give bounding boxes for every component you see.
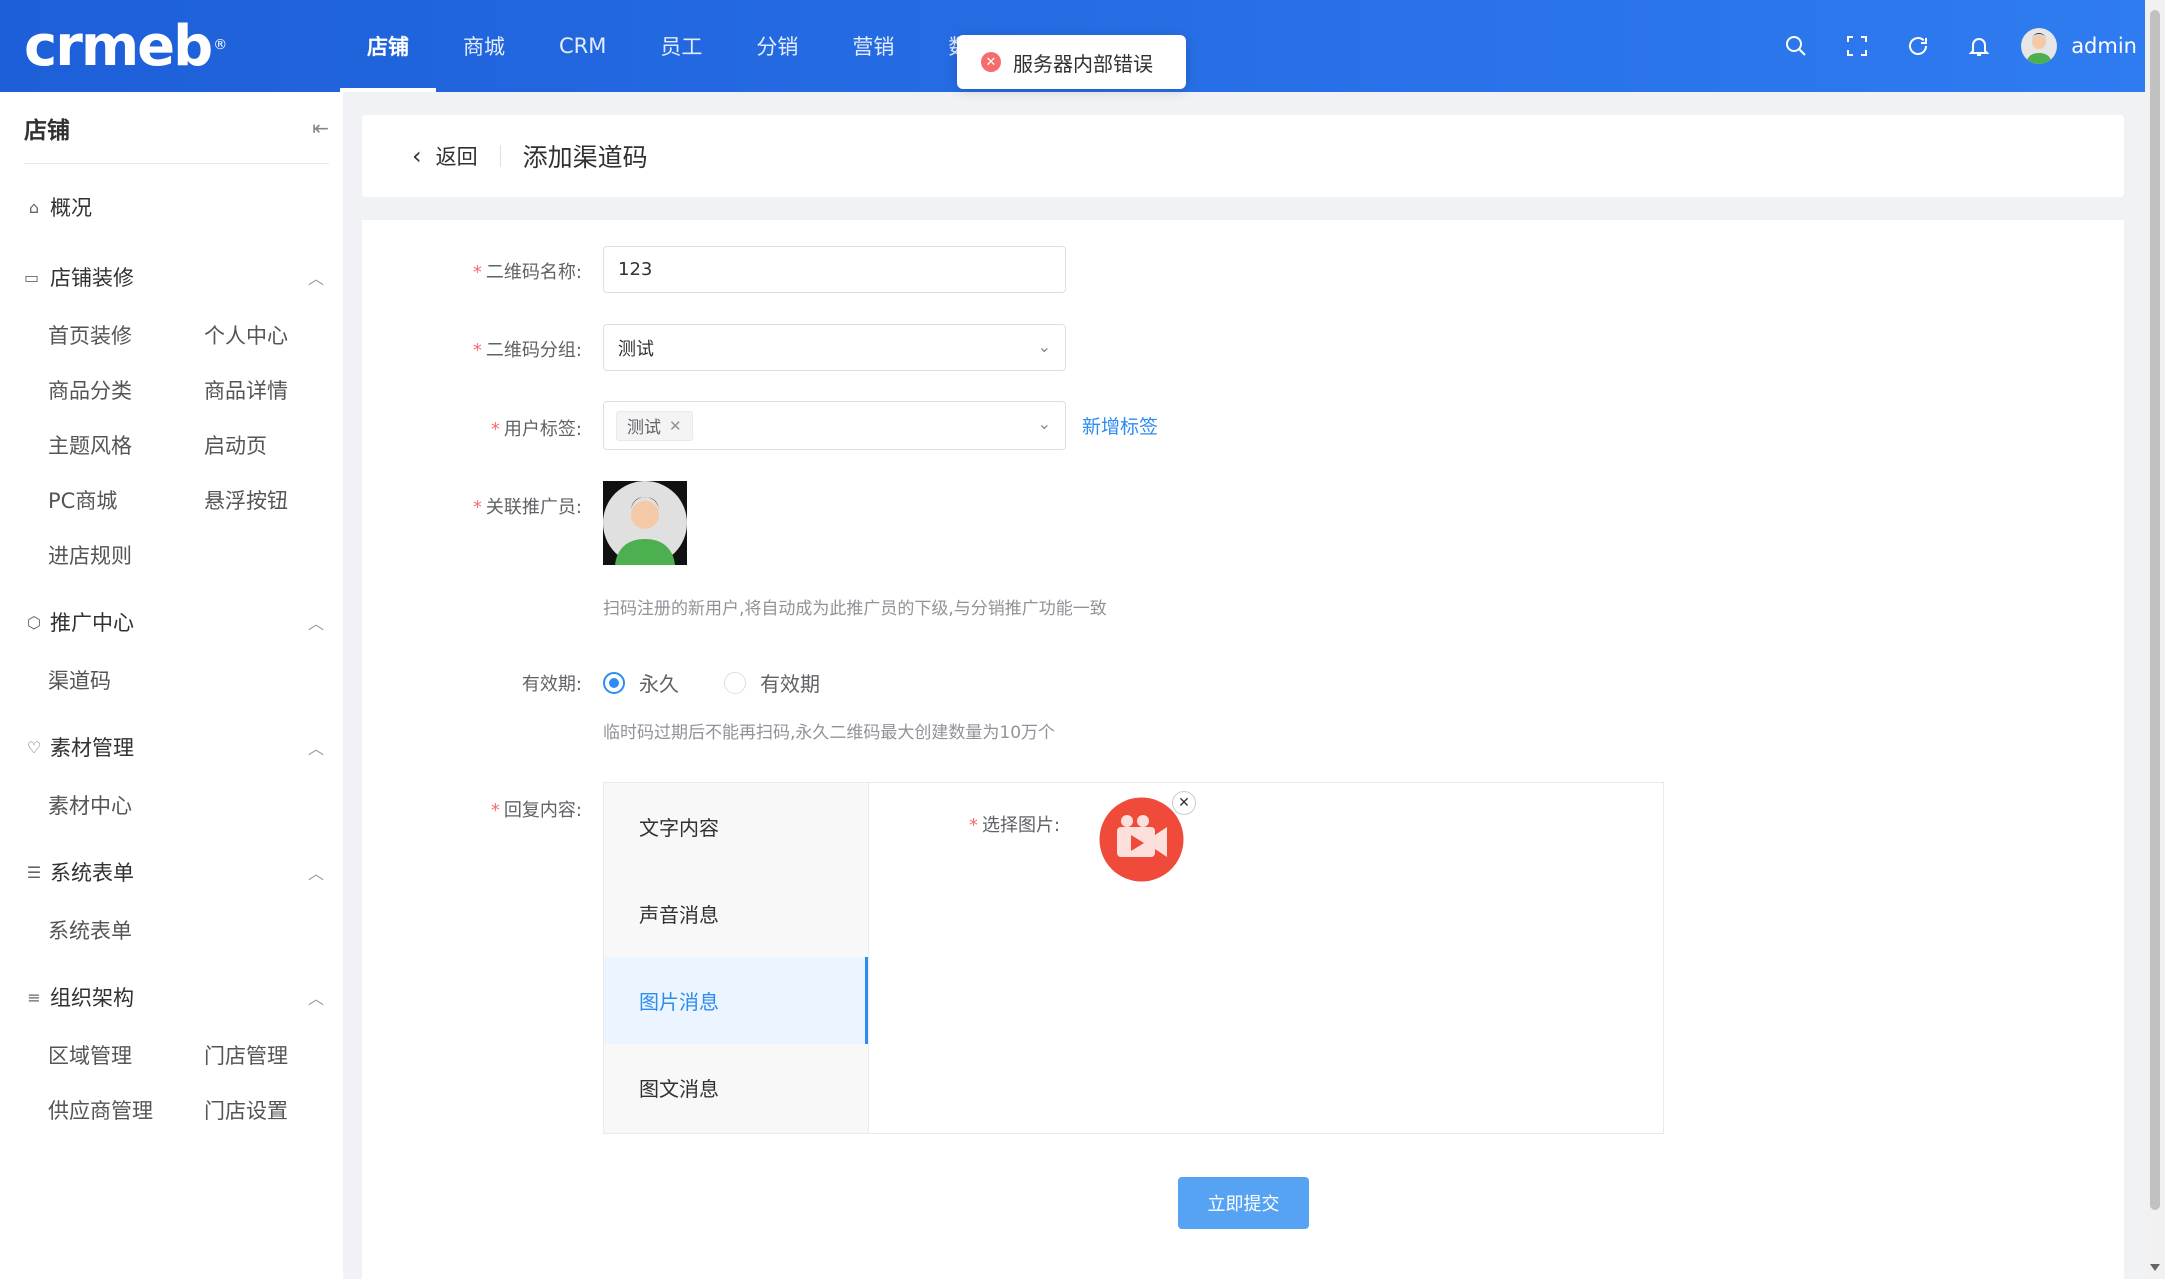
nav-staff[interactable]: 员工 [633,0,729,92]
cube-icon: ⬡ [27,612,41,632]
sidebar-item-splash[interactable]: 启动页 [204,430,267,460]
validity-permanent-radio[interactable]: 永久 [603,668,679,697]
sidebar-item-system-form[interactable]: 系统表单 [48,915,132,945]
sidebar-group-label: 推广中心 [50,611,134,635]
bell-icon[interactable] [1948,34,2009,58]
sidebar-group-decoration[interactable]: ▭ 店铺装修 ︿ [24,262,324,292]
tab-voice-message[interactable]: 声音消息 [604,870,868,957]
pick-image-label: * 选择图片: [969,815,1061,836]
remove-image-icon[interactable]: ✕ [1172,791,1196,815]
scrollbar[interactable] [2145,0,2165,1279]
promoter-avatar[interactable] [603,481,687,565]
sidebar-item-store-settings[interactable]: 门店设置 [204,1095,288,1125]
top-right-tools: admin [1765,0,2145,92]
page-header: ‹ 返回 添加渠道码 [362,115,2124,197]
sliders-icon: ☰ [26,862,42,882]
sidebar-group-system-forms[interactable]: ☰ 系统表单 ︿ [24,857,324,887]
refresh-icon[interactable] [1887,34,1948,58]
collapse-sidebar-icon[interactable]: ⇤ [312,116,329,140]
sidebar-item-material-center[interactable]: 素材中心 [48,790,132,820]
user-tags-label: * 用户标签: [490,419,582,440]
sidebar-group-label: 组织架构 [50,986,134,1010]
toast-message: 服务器内部错误 [1013,51,1153,76]
sidebar-item-product-detail[interactable]: 商品详情 [204,375,288,405]
sidebar-header: 店铺 ⇤ [24,92,329,164]
error-icon: ✕ [981,52,1001,72]
chevron-left-icon: ‹ [412,142,422,170]
chevron-up-icon: ︿ [307,269,324,288]
qr-name-label: * 二维码名称: [472,262,582,283]
error-toast: ✕ 服务器内部错误 [957,35,1186,89]
scrollbar-thumb[interactable] [2150,10,2160,1210]
chevron-up-icon: ︿ [307,864,324,883]
validity-period-radio[interactable]: 有效期 [724,668,820,697]
user-tags-select[interactable]: 测试 ✕ ⌄ [603,401,1066,450]
close-icon[interactable]: ✕ [669,417,682,435]
search-icon[interactable] [1765,34,1826,58]
sidebar-title: 店铺 [24,117,70,144]
sidebar-group-label: 系统表单 [50,861,134,885]
sidebar-item-supplier[interactable]: 供应商管理 [48,1095,153,1125]
sidebar-group-materials[interactable]: ♡ 素材管理 ︿ [24,732,324,762]
qr-name-input[interactable]: 123 [603,246,1066,293]
sidebar-group-label: 素材管理 [50,736,134,760]
sidebar-group-label: 店铺装修 [50,266,134,290]
form-card: * 二维码名称: 123 * 二维码分组: 测试 ⌄ * 用户标签: 测试 ✕ ⌄ 新增标… [362,220,2124,1279]
tab-image-message[interactable]: 图片消息 [604,957,868,1044]
sidebar-item-entry-rules[interactable]: 进店规则 [48,540,132,570]
sidebar-item-region[interactable]: 区域管理 [48,1040,132,1070]
sidebar-group-promotion[interactable]: ⬡ 推广中心 ︿ [24,607,324,637]
tab-news-message[interactable]: 图文消息 [604,1044,868,1131]
sidebar: 店铺 ⇤ ⌂ 概况 ▭ 店铺装修 ︿ 首页装修 个人中心 商品分类 商品详情 主… [0,92,343,1279]
sidebar-item-theme[interactable]: 主题风格 [48,430,132,460]
tab-text-content[interactable]: 文字内容 [604,783,868,870]
reply-content-box: 文字内容 声音消息 图片消息 图文消息 * 选择图片: ✕ [603,782,1664,1134]
fullscreen-icon[interactable] [1826,34,1887,58]
sidebar-item-pc-mall[interactable]: PC商城 [48,485,117,515]
logo[interactable]: crmeb ® [24,19,227,75]
page-title: 添加渠道码 [522,143,648,172]
promoter-hint: 扫码注册的新用户,将自动成为此推广员的下级,与分销推广功能一致 [603,599,1107,619]
sidebar-item-home-decoration[interactable]: 首页装修 [48,320,132,350]
promoter-label: * 关联推广员: [472,497,582,518]
chevron-up-icon: ︿ [307,614,324,633]
sidebar-group-organization[interactable]: ≡ 组织架构 ︿ [24,982,324,1012]
back-button[interactable]: ‹ 返回 [412,141,478,171]
nav-crm[interactable]: CRM [532,0,633,92]
sidebar-item-float-button[interactable]: 悬浮按钮 [204,485,288,515]
avatar[interactable] [2021,28,2058,64]
sidebar-item-store-manage[interactable]: 门店管理 [204,1040,288,1070]
nav-store[interactable]: 店铺 [340,0,436,92]
divider [499,145,501,167]
qr-group-select[interactable]: 测试 ⌄ [603,324,1066,371]
reply-label: * 回复内容: [490,800,582,821]
nav-mall[interactable]: 商城 [436,0,532,92]
qr-group-label: * 二维码分组: [472,340,582,361]
chevron-up-icon: ︿ [307,739,324,758]
validity-label: 有效期: [521,674,582,695]
sidebar-item-overview[interactable]: ⌂ 概况 [24,192,92,222]
tag-chip: 测试 ✕ [616,410,693,441]
add-tag-link[interactable]: 新增标签 [1082,412,1158,439]
sidebar-item-product-category[interactable]: 商品分类 [48,375,132,405]
admin-name[interactable]: admin [2071,34,2137,58]
video-camera-icon[interactable] [1099,797,1184,882]
nav-marketing[interactable]: 营销 [825,0,921,92]
chevron-down-icon: ⌄ [1037,337,1051,356]
home-icon: ⌂ [28,197,40,217]
sidebar-item-channel-code[interactable]: 渠道码 [48,665,111,695]
validity-hint: 临时码过期后不能再扫码,永久二维码最大创建数量为10万个 [603,723,1056,743]
scroll-down-icon[interactable] [2150,1264,2160,1271]
nav-distribution[interactable]: 分销 [729,0,825,92]
bulb-icon: ♡ [26,737,42,757]
chevron-up-icon: ︿ [307,989,324,1008]
back-label: 返回 [435,145,478,169]
monitor-icon: ▭ [24,267,40,287]
reply-tabs: 文字内容 声音消息 图片消息 图文消息 [604,783,869,1133]
submit-button[interactable]: 立即提交 [1178,1177,1309,1229]
chevron-down-icon: ⌄ [1037,414,1051,433]
sidebar-item-user-center[interactable]: 个人中心 [204,320,288,350]
sidebar-item-label: 概况 [50,196,92,220]
filter-icon: ≡ [27,987,41,1007]
